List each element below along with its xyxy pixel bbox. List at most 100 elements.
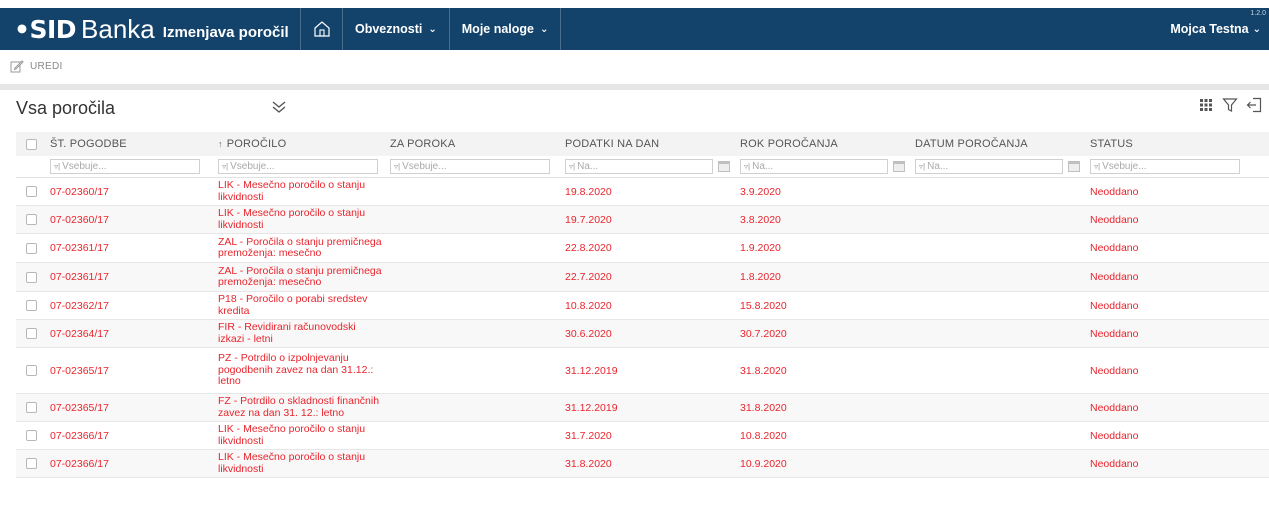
- cell-pogodba[interactable]: 07-02365/17: [46, 365, 210, 377]
- row-checkbox[interactable]: [25, 328, 37, 339]
- col-header-podatki-na-dan[interactable]: PODATKI NA DAN: [559, 138, 734, 150]
- grid-view-button[interactable]: [1197, 96, 1215, 114]
- col-header-rok-porocanja[interactable]: ROK POROČANJA: [734, 138, 909, 150]
- filter-rok-input[interactable]: [752, 161, 887, 172]
- filter-za-poroka-input[interactable]: [402, 161, 549, 172]
- collapse-toggle[interactable]: [270, 99, 290, 117]
- cell-porocilo[interactable]: LIK - Mesečno poročilo o stanju likvidno…: [210, 423, 384, 447]
- cell-rok-porocanja: 10.9.2020: [740, 457, 787, 470]
- cell-porocilo[interactable]: LIK - Mesečno poročilo o stanju likvidno…: [210, 207, 384, 231]
- cell-porocilo[interactable]: FIR - Revidirani računovodski izkazi - l…: [210, 321, 384, 345]
- filter-status[interactable]: ▿|: [1090, 159, 1240, 174]
- cell-podatki-na-dan: 19.7.2020: [565, 213, 612, 226]
- nav-obveznosti[interactable]: Obveznosti ⌄: [343, 8, 450, 50]
- calendar-icon[interactable]: [893, 161, 905, 172]
- filter-pogodba-cell: ▿|: [46, 159, 210, 174]
- table-row[interactable]: 07-02360/17 LIK - Mesečno poročilo o sta…: [16, 206, 1269, 234]
- filter-za-poroka-cell: ▿|: [384, 159, 559, 174]
- filter-pogodba-input[interactable]: [62, 161, 199, 172]
- cell-status: Neoddano: [1090, 429, 1139, 442]
- filter-pogodba[interactable]: ▿|: [50, 159, 200, 174]
- table-row[interactable]: 07-02361/17 ZAL - Poročila o stanju prem…: [16, 234, 1269, 263]
- cell-rok-porocanja: 10.8.2020: [740, 429, 787, 442]
- filter-funnel-icon: ▿|: [222, 162, 229, 171]
- edit-button[interactable]: UREDI: [10, 59, 63, 73]
- table-row[interactable]: 07-02361/17 ZAL - Poročila o stanju prem…: [16, 263, 1269, 292]
- select-all-checkbox[interactable]: [25, 138, 37, 150]
- cell-pogodba[interactable]: 07-02360/17: [46, 214, 210, 226]
- export-icon: [1246, 97, 1262, 113]
- filter-funnel-icon: ▿|: [919, 162, 926, 171]
- cell-pogodba[interactable]: 07-02364/17: [46, 328, 210, 340]
- export-button[interactable]: [1245, 96, 1263, 114]
- cell-rok-porocanja: 31.8.2020: [740, 364, 787, 377]
- row-checkbox[interactable]: [25, 186, 37, 197]
- filter-podatki-input[interactable]: [577, 161, 712, 172]
- row-select-cell: [16, 402, 46, 413]
- cell-pogodba[interactable]: 07-02365/17: [46, 402, 210, 414]
- col-header-datum-porocanja[interactable]: DATUM POROČANJA: [909, 138, 1084, 150]
- table-row[interactable]: 07-02366/17 LIK - Mesečno poročilo o sta…: [16, 450, 1269, 478]
- col-header-pogodba[interactable]: ŠT. POGODBE: [46, 138, 210, 150]
- cell-rok-porocanja: 15.8.2020: [740, 299, 787, 312]
- filter-datum-input[interactable]: [927, 161, 1062, 172]
- col-header-porocilo-label: POROČILO: [226, 138, 287, 150]
- col-header-status[interactable]: STATUS: [1084, 138, 1259, 150]
- calendar-icon[interactable]: [718, 161, 730, 172]
- filter-button[interactable]: [1221, 96, 1239, 114]
- cell-podatki-na-dan: 31.12.2019: [565, 364, 618, 377]
- row-select-cell: [16, 430, 46, 441]
- filter-rok-porocanja[interactable]: ▿|: [740, 159, 888, 174]
- filter-status-input[interactable]: [1102, 161, 1239, 172]
- cell-porocilo[interactable]: LIK - Mesečno poročilo o stanju likvidno…: [210, 179, 384, 203]
- cell-pogodba[interactable]: 07-02366/17: [46, 458, 210, 470]
- home-button[interactable]: [300, 8, 343, 50]
- row-checkbox[interactable]: [25, 242, 37, 254]
- cell-pogodba[interactable]: 07-02362/17: [46, 300, 210, 312]
- cell-pogodba[interactable]: 07-02361/17: [46, 242, 210, 254]
- filter-porocilo-cell: ▿|: [210, 159, 384, 174]
- row-checkbox[interactable]: [25, 402, 37, 413]
- row-checkbox[interactable]: [25, 430, 37, 441]
- user-menu[interactable]: 1.2.0 Mojca Testna ⌄: [1170, 8, 1269, 50]
- filter-porocilo[interactable]: ▿|: [218, 159, 378, 174]
- cell-rok-porocanja: 30.7.2020: [740, 327, 787, 340]
- filter-porocilo-input[interactable]: [230, 161, 377, 172]
- filter-funnel-icon: ▿|: [54, 162, 61, 171]
- cell-porocilo[interactable]: ZAL - Poročila o stanju premičnega premo…: [210, 236, 384, 260]
- cell-podatki-na-dan: 22.8.2020: [565, 242, 612, 254]
- row-select-cell: [16, 214, 46, 225]
- cell-porocilo[interactable]: ZAL - Poročila o stanju premičnega premo…: [210, 265, 384, 289]
- cell-porocilo[interactable]: P18 - Poročilo o porabi sredstev kredita: [210, 293, 384, 317]
- nav-moje-naloge[interactable]: Moje naloge ⌄: [450, 8, 562, 50]
- calendar-icon[interactable]: [1068, 161, 1080, 172]
- edit-button-label: UREDI: [30, 60, 63, 72]
- table-row[interactable]: 07-02360/17 LIK - Mesečno poročilo o sta…: [16, 178, 1269, 206]
- table-row[interactable]: 07-02365/17 FZ - Potrdilo o skladnosti f…: [16, 394, 1269, 422]
- cell-porocilo[interactable]: FZ - Potrdilo o skladnosti finančnih zav…: [210, 395, 384, 419]
- filter-datum-porocanja[interactable]: ▿|: [915, 159, 1063, 174]
- row-checkbox[interactable]: [25, 458, 37, 469]
- col-header-porocilo[interactable]: ↑ POROČILO: [210, 138, 384, 150]
- filter-podatki-na-dan[interactable]: ▿|: [565, 159, 713, 174]
- row-checkbox[interactable]: [25, 365, 37, 376]
- edit-icon: [10, 60, 24, 73]
- row-checkbox[interactable]: [25, 271, 37, 283]
- cell-pogodba[interactable]: 07-02360/17: [46, 186, 210, 198]
- row-checkbox[interactable]: [25, 300, 37, 311]
- cell-podatki-na-dan: 31.12.2019: [565, 401, 618, 414]
- table-row[interactable]: 07-02362/17 P18 - Poročilo o porabi sred…: [16, 292, 1269, 320]
- cell-porocilo[interactable]: LIK - Mesečno poročilo o stanju likvidno…: [210, 451, 384, 475]
- table-row[interactable]: 07-02366/17 LIK - Mesečno poročilo o sta…: [16, 422, 1269, 450]
- cell-pogodba[interactable]: 07-02361/17: [46, 271, 210, 283]
- table-row[interactable]: 07-02365/17 PZ - Potrdilo o izpolnjevanj…: [16, 348, 1269, 394]
- table-row[interactable]: 07-02364/17 FIR - Revidirani računovodsk…: [16, 320, 1269, 348]
- panel-title: Vsa poročila: [16, 98, 116, 118]
- cell-porocilo[interactable]: PZ - Potrdilo o izpolnjevanju pogodbenih…: [210, 353, 384, 388]
- row-checkbox[interactable]: [25, 214, 37, 225]
- cell-pogodba[interactable]: 07-02366/17: [46, 430, 210, 442]
- col-header-za-poroka[interactable]: ZA POROKA: [384, 138, 559, 150]
- brand[interactable]: •SID Banka Izmenjava poročil: [0, 8, 300, 50]
- filter-za-poroka[interactable]: ▿|: [390, 159, 550, 174]
- filter-funnel-icon: ▿|: [569, 162, 576, 171]
